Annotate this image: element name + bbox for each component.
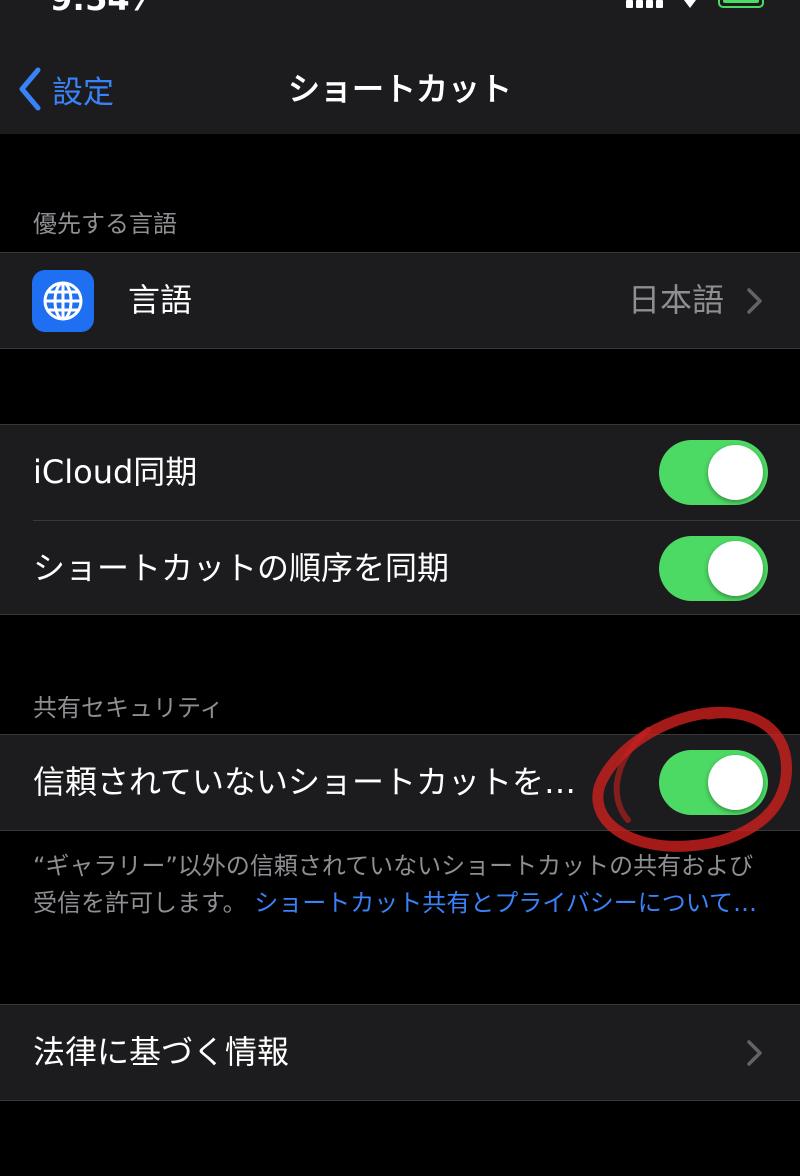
icloud-sync-toggle[interactable] [659, 440, 768, 505]
order-sync-row: ショートカットの順序を同期 [0, 521, 800, 616]
legal-group: 法律に基づく情報 [0, 1004, 800, 1101]
chevron-right-icon [747, 288, 762, 314]
globe-icon [43, 281, 83, 321]
legal-row[interactable]: 法律に基づく情報 [0, 1005, 800, 1100]
security-footer: “ギャラリー”以外の信頼されていないショートカットの共有および受信を許可します。… [33, 848, 773, 922]
language-group: 言語 日本語 [0, 252, 800, 349]
chevron-right-icon [747, 1040, 762, 1066]
back-button[interactable]: 設定 [16, 66, 114, 112]
navigation-bar: ショートカット 設定 [0, 14, 800, 134]
status-bar: 9:54 ⁄ [0, 0, 800, 14]
toggle-knob [708, 541, 763, 596]
language-row[interactable]: 言語 日本語 [0, 253, 800, 348]
security-group: 信頼されていないショートカットを… [0, 734, 800, 831]
back-label: 設定 [52, 74, 114, 111]
section-header-security: 共有セキュリティ [33, 694, 224, 722]
signal-icon [626, 0, 666, 8]
section-header-language: 優先する言語 [33, 210, 177, 238]
sync-group: iCloud同期 ショートカットの順序を同期 [0, 424, 800, 615]
language-label: 言語 [128, 281, 193, 319]
icloud-sync-label: iCloud同期 [33, 453, 198, 491]
untrusted-shortcuts-toggle[interactable] [659, 750, 768, 815]
order-sync-toggle[interactable] [659, 536, 768, 601]
order-sync-label: ショートカットの順序を同期 [33, 549, 450, 587]
untrusted-shortcuts-label: 信頼されていないショートカットを… [33, 763, 577, 801]
privacy-link[interactable]: ショートカット共有とプライバシーについて… [254, 889, 757, 917]
legal-label: 法律に基づく情報 [33, 1033, 290, 1071]
toggle-knob [708, 445, 763, 500]
page-title: ショートカット [287, 70, 512, 108]
untrusted-shortcuts-row: 信頼されていないショートカットを… [0, 735, 800, 830]
status-time: 9:54 ⁄ [50, 0, 146, 14]
toggle-knob [708, 755, 763, 810]
wifi-icon [684, 0, 696, 8]
battery-icon [718, 0, 764, 8]
language-value: 日本語 [627, 281, 724, 319]
icloud-sync-row: iCloud同期 [0, 425, 800, 520]
language-tile [32, 270, 94, 332]
back-chevron-icon [19, 67, 41, 111]
